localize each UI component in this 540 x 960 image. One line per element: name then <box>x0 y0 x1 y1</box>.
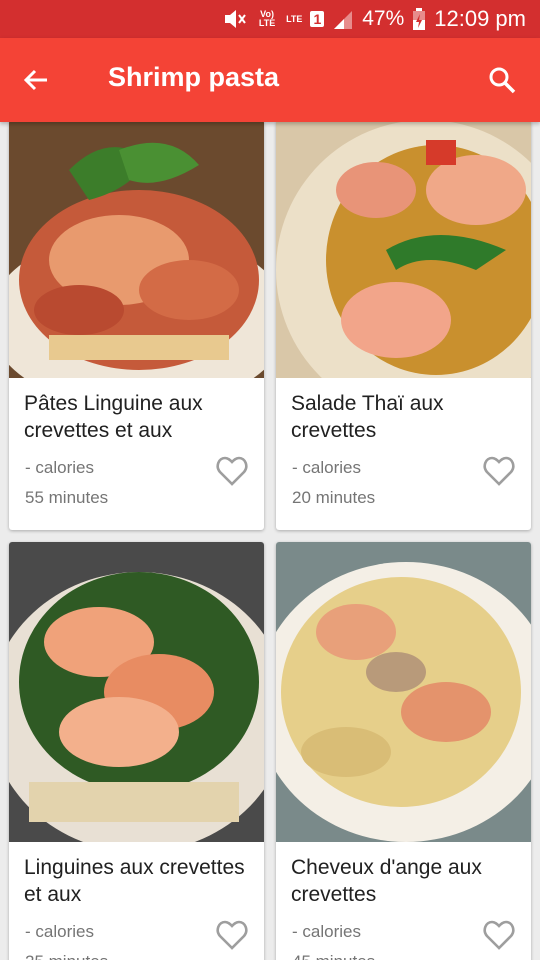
signal-icon <box>332 9 354 29</box>
mute-icon <box>222 8 248 30</box>
recipe-photo <box>9 122 264 378</box>
battery-percent: 47% <box>362 7 405 30</box>
arrow-back-icon <box>23 69 47 91</box>
back-button[interactable] <box>16 60 56 100</box>
recipe-card[interactable]: Cheveux d'ange aux crevettes - calories … <box>276 542 531 960</box>
recipe-card[interactable]: Salade Thaï aux crevettes - calories 20 … <box>276 122 531 530</box>
status-bar: Vo) LTE LTE 1 47% 12:09 pm <box>0 0 540 38</box>
recipe-calories: - calories <box>25 458 94 477</box>
favorite-button[interactable] <box>483 456 515 486</box>
recipe-calories: - calories <box>292 922 361 941</box>
recipe-calories: - calories <box>25 922 94 941</box>
favorite-button[interactable] <box>216 456 248 486</box>
favorite-button[interactable] <box>216 920 248 950</box>
favorite-button[interactable] <box>483 920 515 950</box>
recipe-photo <box>276 122 531 378</box>
recipe-name: Pâtes Linguine aux crevettes et aux <box>24 392 203 442</box>
sim-indicator: 1 <box>310 11 325 27</box>
recipe-card[interactable]: Pâtes Linguine aux crevettes et aux - ca… <box>9 122 264 530</box>
app-bar: Shrimp pasta <box>0 38 540 122</box>
recipe-time: 20 minutes <box>292 488 376 507</box>
search-icon <box>489 67 516 94</box>
lte-label: LTE <box>286 13 303 24</box>
search-button[interactable] <box>482 60 522 100</box>
recipe-name: Cheveux d'ange aux crevettes <box>291 856 482 906</box>
volte-label: Vo) LTE <box>258 9 276 28</box>
page-title: Shrimp pasta <box>108 62 280 92</box>
clock: 12:09 pm <box>434 6 526 31</box>
heart-outline-icon <box>216 920 248 950</box>
recipe-time: 25 minutes <box>25 952 108 960</box>
recipe-time: 55 minutes <box>25 488 109 507</box>
recipe-card[interactable]: Linguines aux crevettes et aux - calorie… <box>9 542 264 960</box>
recipe-calories: - calories <box>292 458 361 477</box>
recipe-time: 45 minutes <box>292 952 375 960</box>
recipe-name: Linguines aux crevettes et aux <box>24 856 245 906</box>
heart-outline-icon <box>483 920 515 950</box>
heart-outline-icon <box>483 456 515 486</box>
recipe-grid: Pâtes Linguine aux crevettes et aux - ca… <box>0 122 540 960</box>
heart-outline-icon <box>216 456 248 486</box>
recipe-name: Salade Thaï aux crevettes <box>291 392 444 442</box>
battery-icon <box>412 8 426 30</box>
recipe-photo <box>9 542 264 842</box>
recipe-photo <box>276 542 531 842</box>
